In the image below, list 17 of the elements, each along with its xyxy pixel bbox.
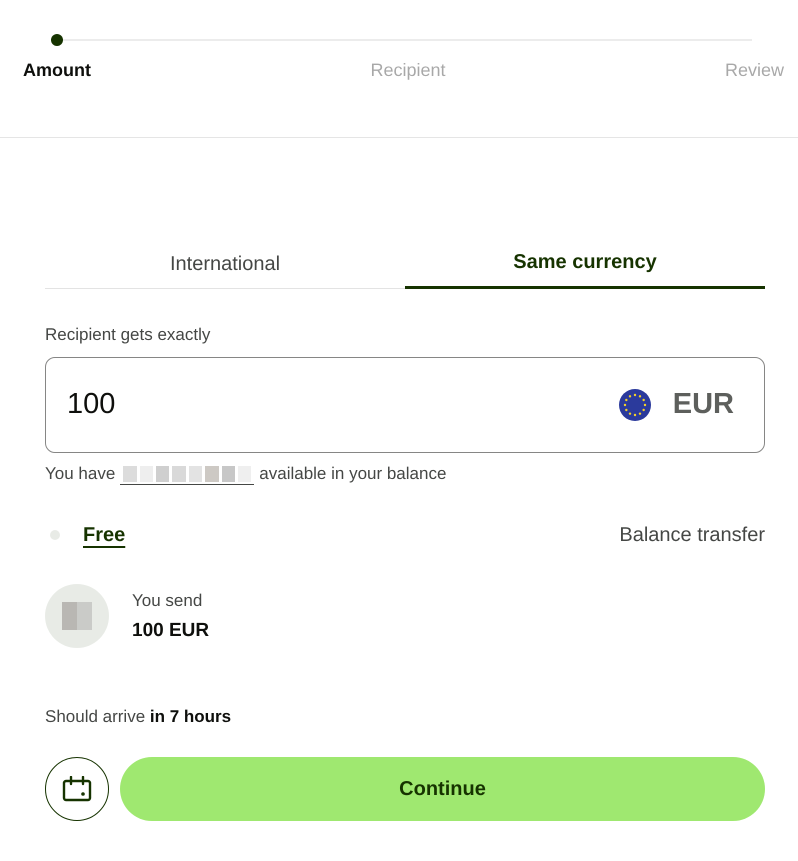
amount-field[interactable]: 100 EUR <box>45 357 765 453</box>
calendar-icon <box>62 776 92 802</box>
schedule-button[interactable] <box>45 757 109 821</box>
balance-text: You have <box>45 463 116 485</box>
arrival-estimate: Should arrive in 7 hours <box>45 706 232 728</box>
currency-selector[interactable]: EUR <box>618 383 734 427</box>
eu-flag-icon <box>618 389 651 421</box>
tab[interactable]: Same currency <box>405 238 765 289</box>
step-label[interactable]: Amount <box>23 58 91 82</box>
send-label: You send <box>132 590 204 612</box>
continue-button[interactable]: Continue <box>120 757 765 821</box>
send-amount: 100 EUR <box>132 619 210 643</box>
balance-text: available in your balance <box>259 463 446 485</box>
tab[interactable]: International <box>45 238 405 289</box>
fee-link[interactable]: Free <box>83 520 126 550</box>
transfer-type: Balance transfer <box>619 523 765 548</box>
field-label: Recipient gets exactly <box>45 324 212 346</box>
